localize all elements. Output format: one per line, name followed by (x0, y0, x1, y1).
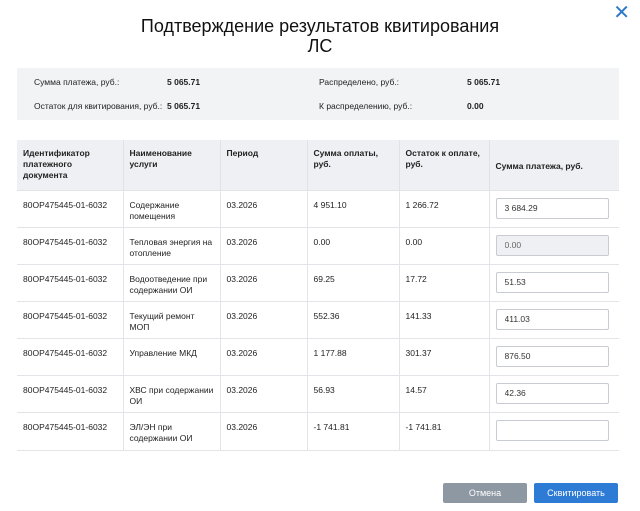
cell-payment (489, 337, 619, 375)
payment-input (495, 234, 609, 256)
payment-input[interactable] (495, 197, 609, 219)
cell-period: 03.2026 (220, 411, 308, 450)
cell-remaining: 301.37 (399, 337, 490, 375)
cell-service: Текущий ремонт МОП (123, 300, 221, 338)
cell-remaining: 14.57 (399, 374, 490, 412)
cell-service: Водоотведение при содержании ОИ (123, 263, 221, 301)
cell-period: 03.2026 (220, 300, 308, 338)
col-header-period: Период (220, 140, 308, 190)
table-row: 80OP475445-01-6032 Водоотведение при сод… (17, 263, 619, 301)
remaining-value: 5 065.71 (167, 101, 201, 111)
cell-payment (489, 226, 619, 264)
cell-payment (489, 300, 619, 338)
table-row: 80OP475445-01-6032 Текущий ремонт МОП 03… (17, 300, 619, 338)
cell-paid: -1 741.81 (307, 411, 400, 450)
cell-period: 03.2026 (220, 337, 308, 375)
col-header-remaining: Остаток к оплате, руб. (399, 140, 490, 190)
cell-doc-id: 80OP475445-01-6032 (17, 337, 124, 375)
col-header-payment: Сумма платежа, руб. (489, 140, 619, 190)
col-header-service: Наименование услуги (123, 140, 221, 190)
payment-input[interactable] (495, 271, 609, 293)
cell-remaining: 0.00 (399, 226, 490, 264)
cell-service: ЭЛ/ЭН при содержании ОИ (123, 411, 221, 450)
col-header-doc-id: Идентификатор платежного документа (17, 140, 124, 190)
cell-period: 03.2026 (220, 374, 308, 412)
cell-doc-id: 80OP475445-01-6032 (17, 226, 124, 264)
dialog-title-line1: Подтверждение результатов квитирования (140, 16, 500, 36)
cell-paid: 4 951.10 (307, 189, 400, 227)
payment-input[interactable] (495, 308, 609, 330)
cell-service: ХВС при содержании ОИ (123, 374, 221, 412)
cell-remaining: 141.33 (399, 300, 490, 338)
cell-period: 03.2026 (220, 226, 308, 264)
table-header-row: Идентификатор платежного документа Наиме… (17, 140, 619, 190)
cell-remaining: 17.72 (399, 263, 490, 301)
dialog-title: Подтверждение результатов квитирования Л… (0, 16, 640, 56)
table-row: 80OP475445-01-6032 Тепловая энергия на о… (17, 226, 619, 264)
cell-period: 03.2026 (220, 189, 308, 227)
to-distribute-value: 0.00 (467, 101, 484, 111)
allocation-table: Идентификатор платежного документа Наиме… (17, 140, 619, 451)
cell-remaining: 1 266.72 (399, 189, 490, 227)
col-header-paid: Сумма оплаты, руб. (307, 140, 400, 190)
payment-sum-label: Сумма платежа, руб.: (34, 77, 120, 87)
remaining-label: Остаток для квитирования, руб.: (34, 101, 163, 111)
cell-doc-id: 80OP475445-01-6032 (17, 189, 124, 227)
summary-panel: Сумма платежа, руб.: 5 065.71 Распределе… (17, 68, 619, 120)
allocation-table-container: Идентификатор платежного документа Наиме… (17, 140, 619, 451)
cell-service: Тепловая энергия на отопление (123, 226, 221, 264)
cell-period: 03.2026 (220, 263, 308, 301)
to-distribute-label: К распределению, руб.: (319, 101, 413, 111)
cell-paid: 0.00 (307, 226, 400, 264)
cell-payment (489, 189, 619, 227)
cell-doc-id: 80OP475445-01-6032 (17, 411, 124, 450)
table-row: 80OP475445-01-6032 ЭЛ/ЭН при содержании … (17, 411, 619, 450)
cell-doc-id: 80OP475445-01-6032 (17, 263, 124, 301)
payment-input[interactable] (495, 345, 609, 367)
cell-service: Управление МКД (123, 337, 221, 375)
table-row: 80OP475445-01-6032 Управление МКД 03.202… (17, 337, 619, 375)
distributed-label: Распределено, руб.: (319, 77, 400, 87)
cell-service: Содержание помещения (123, 189, 221, 227)
payment-input[interactable] (495, 382, 609, 404)
cell-doc-id: 80OP475445-01-6032 (17, 300, 124, 338)
payment-input[interactable] (495, 419, 609, 441)
cell-paid: 69.25 (307, 263, 400, 301)
cell-payment (489, 411, 619, 450)
table-row: 80OP475445-01-6032 ХВС при содержании ОИ… (17, 374, 619, 412)
cell-payment (489, 374, 619, 412)
cell-doc-id: 80OP475445-01-6032 (17, 374, 124, 412)
distributed-value: 5 065.71 (467, 77, 501, 87)
dialog-title-line2: ЛС (307, 36, 333, 56)
cell-paid: 1 177.88 (307, 337, 400, 375)
confirm-button[interactable]: Сквитировать (534, 483, 618, 503)
payment-sum-value: 5 065.71 (167, 77, 201, 87)
cell-paid: 552.36 (307, 300, 400, 338)
cell-payment (489, 263, 619, 301)
cancel-button[interactable]: Отмена (443, 483, 527, 503)
cell-paid: 56.93 (307, 374, 400, 412)
cell-remaining: -1 741.81 (399, 411, 490, 450)
table-row: 80OP475445-01-6032 Содержание помещения … (17, 189, 619, 227)
